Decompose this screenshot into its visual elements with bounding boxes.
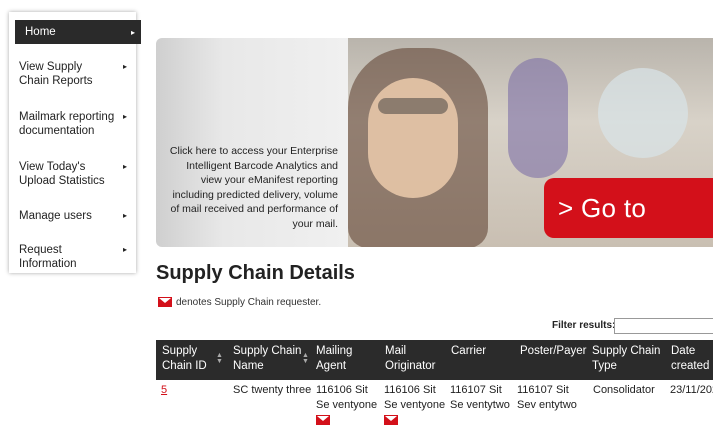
- table-header: Supply Chain ID ▲ ▼ Supply Chain Name ▲ ▼ …: [156, 340, 713, 380]
- sort-icon[interactable]: ▲ ▼: [216, 352, 223, 365]
- sidebar-item-home[interactable]: Home ▸: [15, 20, 141, 44]
- sidebar-nav: Home ▸ View Supply Chain Reports ▸ Mailm…: [9, 12, 141, 273]
- envelope-icon: [316, 415, 330, 426]
- column-header-carrier[interactable]: Carrier: [451, 344, 506, 359]
- supply-chain-name: SC twenty three: [233, 384, 312, 396]
- column-header-mailing-agent[interactable]: Mailing Agent: [316, 344, 366, 374]
- sidebar-item-label: View Today's Upload Statistics: [19, 161, 105, 187]
- chevron-right-icon: ▸: [122, 245, 127, 254]
- filter-label: Filter results:: [552, 320, 616, 331]
- page-title: Supply Chain Details: [156, 262, 355, 284]
- sort-icon[interactable]: ▲ ▼: [302, 352, 309, 365]
- sidebar-item-label: Home: [25, 26, 56, 38]
- column-header-mail-originator[interactable]: Mail Originator: [385, 344, 440, 374]
- supply-chain-type: Consolidator: [593, 384, 655, 396]
- filter-input[interactable]: [614, 318, 713, 334]
- reports-banner[interactable]: Click here to access your Enterprise Int…: [156, 38, 713, 247]
- mailing-agent: 116106 Sit Se ventyone: [316, 384, 378, 411]
- mail-originator: 116106 Sit Se ventyone: [384, 384, 446, 411]
- go-to-reports-button[interactable]: > Go to Reports: [544, 178, 713, 238]
- column-header-poster-payer[interactable]: Poster/Payer: [520, 344, 590, 359]
- date-created: 23/11/2020: [670, 384, 713, 396]
- column-header-date-created[interactable]: Date created: [671, 344, 711, 374]
- mailing-agent-cell: 116106 Sit Se ventyone: [316, 383, 380, 428]
- sidebar-item-label: Request Information: [19, 244, 77, 270]
- supply-chain-id-link[interactable]: 5: [161, 383, 167, 398]
- chevron-right-icon: ▸: [122, 211, 127, 220]
- mail-originator-cell: 116106 Sit Se ventyone: [384, 383, 448, 428]
- poster-payer: 116107 Sit Sev entytwo: [517, 384, 577, 411]
- carrier: 116107 Sit Se ventytwo: [450, 384, 510, 411]
- column-header-supply-chain-type[interactable]: Supply Chain Type: [592, 344, 662, 374]
- sidebar-item-label: Manage users: [19, 210, 92, 222]
- supply-chain-id[interactable]: 5: [161, 384, 167, 396]
- chevron-right-icon: ▸: [122, 162, 127, 171]
- column-header-supply-chain-id[interactable]: Supply Chain ID: [162, 344, 210, 374]
- sidebar-item-label: Mailmark reporting documentation: [19, 111, 115, 137]
- column-header-supply-chain-name[interactable]: Supply Chain Name: [233, 344, 303, 374]
- envelope-icon: [158, 297, 172, 308]
- banner-description: Click here to access your Enterprise Int…: [169, 145, 338, 230]
- envelope-icon: [384, 415, 398, 426]
- chevron-right-icon: ▸: [130, 28, 135, 37]
- sidebar-item-label: View Supply Chain Reports: [19, 61, 93, 87]
- requester-legend: denotes Supply Chain requester.: [158, 297, 321, 308]
- chevron-right-icon: ▸: [122, 62, 127, 71]
- chevron-right-icon: ▸: [122, 112, 127, 121]
- legend-text: denotes Supply Chain requester.: [176, 297, 322, 308]
